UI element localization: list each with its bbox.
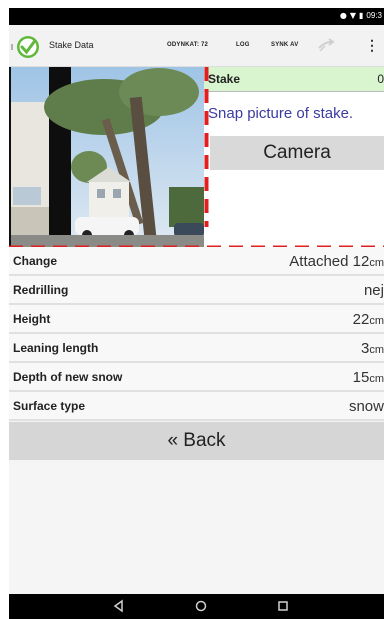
empty-area [9, 464, 384, 594]
status-time: 09:3 [366, 11, 382, 20]
row-label: Change [13, 254, 58, 268]
snap-instruction: Snap picture of stake. [208, 105, 354, 122]
overflow-menu-icon[interactable]: ⋮ [365, 37, 379, 54]
red-dashed-border-right [204, 67, 209, 227]
photo-area: Stake 0 Snap picture of stake. Camera [9, 67, 384, 247]
back-button[interactable]: « Back [9, 422, 384, 460]
row-value: snow [348, 398, 384, 415]
row-surface-type[interactable]: Surface type snow [9, 392, 384, 421]
home-nav-icon[interactable] [194, 599, 208, 613]
camera-button[interactable]: Camera [210, 136, 384, 170]
row-label: Height [13, 312, 51, 326]
row-height[interactable]: Height 22cm [9, 305, 384, 334]
odynkat-menu-item[interactable]: ODYNKAT: 72 [167, 42, 208, 48]
row-redrilling[interactable]: Redrilling nej [9, 276, 384, 305]
sync-icon[interactable] [317, 38, 335, 52]
battery-icon: ▮ [359, 11, 364, 20]
tablet-device: ● ▼ ▮ 09:3 Stake Data ODYNKAT: 72 LOG SY… [0, 0, 384, 619]
row-value: 15cm [352, 369, 384, 386]
stake-label: Stake [208, 72, 241, 86]
row-value: Attached 12cm [289, 253, 384, 270]
row-label: Leaning length [13, 341, 99, 355]
recents-nav-icon[interactable] [276, 599, 290, 613]
stake-panel: Stake 0 Snap picture of stake. Camera [204, 67, 384, 247]
row-change[interactable]: Change Attached 12cm [9, 247, 384, 276]
row-value: 22cm [352, 311, 384, 328]
status-icons: ● ▼ ▮ 09:3 [340, 11, 382, 20]
navigation-bar [9, 594, 384, 619]
row-leaning-length[interactable]: Leaning length 3cm [9, 334, 384, 363]
sync-menu-item[interactable]: SYNK AV [271, 42, 298, 48]
location-icon: ● [339, 11, 347, 20]
back-nav-icon[interactable] [112, 599, 126, 613]
wifi-icon: ▼ [349, 11, 357, 20]
app-title: Stake Data [49, 40, 94, 50]
row-label: Surface type [13, 399, 86, 413]
row-value: 3cm [360, 340, 384, 357]
row-depth-new-snow[interactable]: Depth of new snow 15cm [9, 363, 384, 392]
app-logo-icon[interactable] [11, 35, 41, 59]
stake-value: 0 [377, 72, 384, 86]
stake-photo[interactable] [9, 67, 204, 247]
stake-data-list: Change Attached 12cm Redrilling nej Heig… [9, 247, 384, 421]
status-bar: ● ▼ ▮ 09:3 [9, 8, 384, 25]
action-bar: Stake Data ODYNKAT: 72 LOG SYNK AV ⋮ [9, 25, 384, 67]
row-label: Redrilling [13, 283, 69, 297]
stake-header: Stake 0 [204, 67, 384, 92]
row-value: nej [363, 282, 384, 299]
row-label: Depth of new snow [13, 370, 123, 384]
screen: ● ▼ ▮ 09:3 Stake Data ODYNKAT: 72 LOG SY… [9, 8, 384, 619]
log-menu-item[interactable]: LOG [236, 42, 250, 48]
